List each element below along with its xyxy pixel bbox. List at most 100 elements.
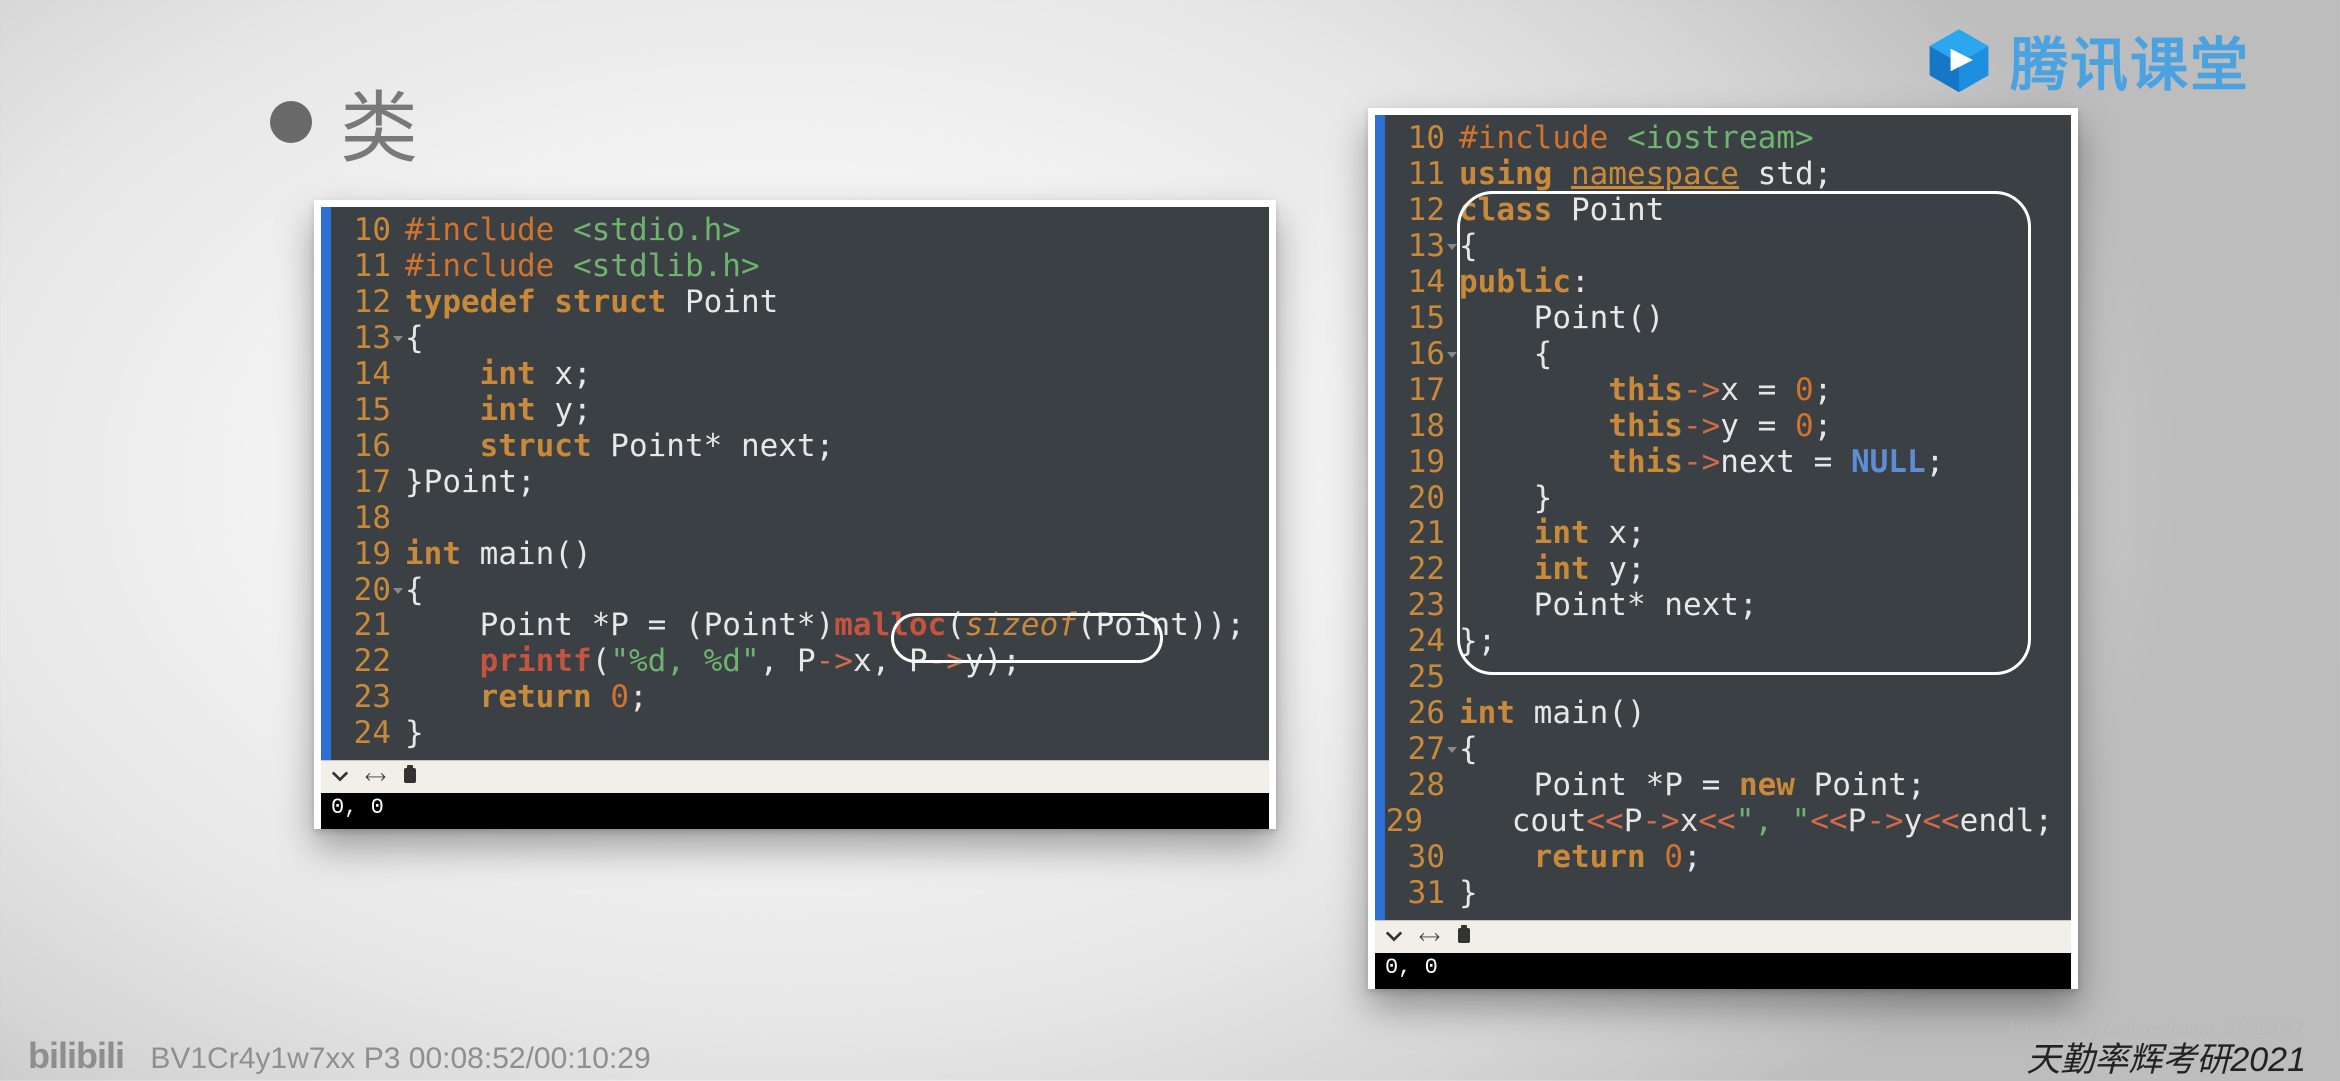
line-number: 19 [1375, 445, 1459, 481]
line-number: 24 [1375, 624, 1459, 660]
code-content: int main() [1459, 696, 2071, 732]
code-content: { [405, 321, 1269, 357]
code-row: 25 [1375, 660, 2071, 696]
line-number: 11 [321, 249, 405, 285]
code-content: { [1459, 732, 2071, 768]
title-bullet-icon [270, 101, 312, 143]
chevron-down-icon[interactable] [1385, 927, 1403, 947]
code-row: 16 { [1375, 337, 2071, 373]
code-content: int y; [1459, 552, 2071, 588]
line-number: 16 [321, 429, 405, 465]
line-number: 26 [1375, 696, 1459, 732]
code-content: int x; [405, 357, 1269, 393]
code-row: 10#include <stdio.h> [321, 213, 1269, 249]
line-number: 23 [321, 680, 405, 716]
line-number: 23 [1375, 588, 1459, 624]
chevron-down-icon[interactable] [331, 767, 349, 787]
brand-logo: 腾讯课堂 [1924, 18, 2250, 102]
code-content: printf("%d, %d", P->x, P->y); [405, 644, 1269, 680]
code-row: 20{ [321, 573, 1269, 609]
code-row: 18 this->y = 0; [1375, 409, 2071, 445]
code-row: 20 } [1375, 481, 2071, 517]
code-card-c: 10#include <stdio.h>11#include <stdlib.h… [314, 200, 1276, 829]
code-content: { [1459, 337, 2071, 373]
code-content: typedef struct Point [405, 285, 1269, 321]
code-row: 27{ [1375, 732, 2071, 768]
code-row: 23 Point* next; [1375, 588, 2071, 624]
line-number: 16 [1375, 337, 1459, 373]
footer: bilibili BV1Cr4y1w7xx P3 00:08:52/00:10:… [0, 1032, 2340, 1080]
line-number: 31 [1375, 876, 1459, 912]
line-number: 21 [1375, 516, 1459, 552]
code-row: 17}Point; [321, 465, 1269, 501]
line-number: 19 [321, 537, 405, 573]
brand-name: 腾讯课堂 [2010, 18, 2250, 102]
code-content: return 0; [1459, 840, 2071, 876]
line-number: 24 [321, 716, 405, 752]
brand-cube-icon [1924, 25, 1994, 95]
line-number: 18 [1375, 409, 1459, 445]
line-number: 27 [1375, 732, 1459, 768]
line-number: 28 [1375, 768, 1459, 804]
code-content: int y; [405, 393, 1269, 429]
watermark-url: https://blog.csdn.net/sinat_27382047 [2010, 1019, 2304, 1040]
code-row: 11#include <stdlib.h> [321, 249, 1269, 285]
code-card-cpp: 10#include <iostream>11using namespace s… [1368, 108, 2078, 989]
clipboard-icon[interactable] [401, 765, 419, 789]
line-number: 15 [321, 393, 405, 429]
code-row: 13{ [1375, 229, 2071, 265]
code-row: 26int main() [1375, 696, 2071, 732]
code-content: { [405, 573, 1269, 609]
code-row: 30 return 0; [1375, 840, 2071, 876]
code-content: }Point; [405, 465, 1269, 501]
code-content: struct Point* next; [405, 429, 1269, 465]
code-content: } [405, 716, 1269, 752]
title-text: 类 [340, 66, 418, 178]
video-id-text: BV1Cr4y1w7xx P3 00:08:52/00:10:29 [150, 1042, 650, 1075]
editor-statusbar-cpp: 0, 0 [1375, 953, 2071, 989]
line-number: 18 [321, 501, 405, 537]
code-content [1459, 660, 2071, 696]
line-number: 10 [1375, 121, 1459, 157]
code-row: 23 return 0; [321, 680, 1269, 716]
code-content: { [1459, 229, 2071, 265]
line-number: 11 [1375, 157, 1459, 193]
code-content: this->x = 0; [1459, 373, 2071, 409]
code-row: 10#include <iostream> [1375, 121, 2071, 157]
code-content: } [1459, 876, 2071, 912]
editor-statusbar-c: 0, 0 [321, 793, 1269, 829]
code-row: 29 cout<<P->x<<", "<<P->y<<endl; [1375, 804, 2071, 840]
line-number: 17 [1375, 373, 1459, 409]
line-number: 30 [1375, 840, 1459, 876]
code-content: this->next = NULL; [1459, 445, 2071, 481]
code-content: return 0; [405, 680, 1269, 716]
line-number: 10 [321, 213, 405, 249]
expand-icon[interactable]: ⤢ [362, 765, 387, 790]
line-number: 21 [321, 608, 405, 644]
code-row: 15 Point() [1375, 301, 2071, 337]
clipboard-icon[interactable] [1455, 925, 1473, 949]
code-content: }; [1459, 624, 2071, 660]
line-number: 22 [321, 644, 405, 680]
line-number: 14 [321, 357, 405, 393]
code-row: 28 Point *P = new Point; [1375, 768, 2071, 804]
code-content: Point* next; [1459, 588, 2071, 624]
code-content: using namespace std; [1459, 157, 2071, 193]
line-number: 20 [321, 573, 405, 609]
line-number: 15 [1375, 301, 1459, 337]
code-row: 31} [1375, 876, 2071, 912]
code-content: class Point [1459, 193, 2071, 229]
code-row: 15 int y; [321, 393, 1269, 429]
code-row: 19 this->next = NULL; [1375, 445, 2071, 481]
code-row: 24}; [1375, 624, 2071, 660]
code-editor-c: 10#include <stdio.h>11#include <stdlib.h… [321, 207, 1269, 760]
line-number: 12 [1375, 193, 1459, 229]
bilibili-logo: bilibili [28, 1035, 124, 1076]
line-number: 14 [1375, 265, 1459, 301]
code-row: 12class Point [1375, 193, 2071, 229]
line-number: 12 [321, 285, 405, 321]
code-content: #include <iostream> [1459, 121, 2071, 157]
expand-icon[interactable]: ⤢ [1416, 924, 1441, 949]
code-row: 24} [321, 716, 1269, 752]
line-number: 17 [321, 465, 405, 501]
